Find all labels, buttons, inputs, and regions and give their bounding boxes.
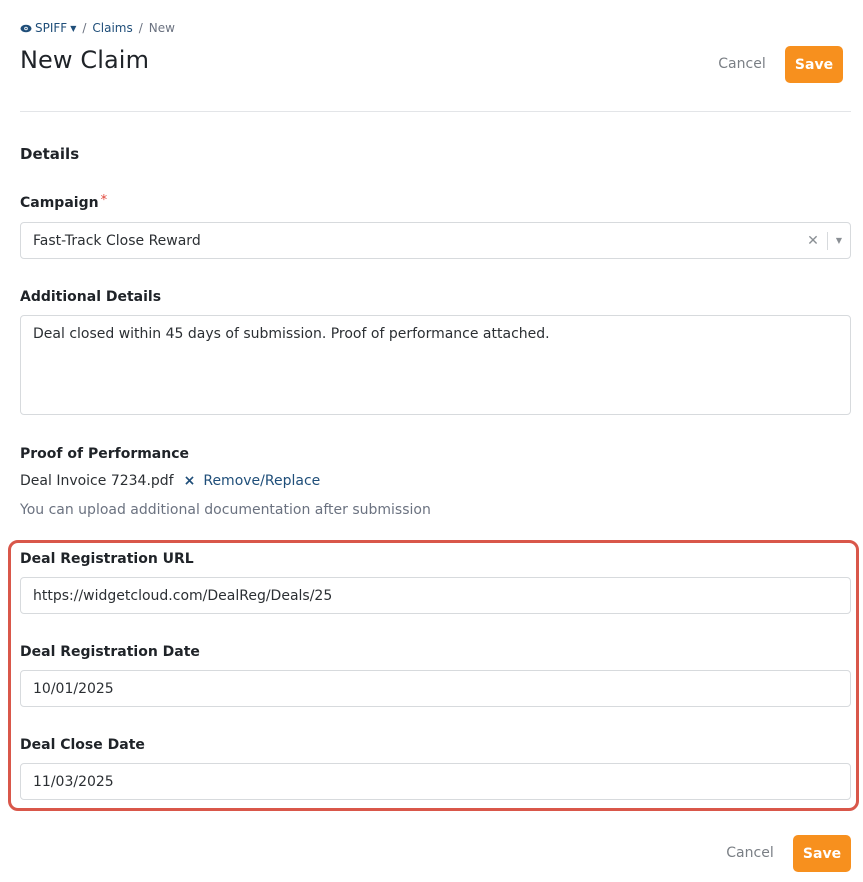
chevron-down-icon[interactable]: ▼ xyxy=(836,236,842,245)
breadcrumb-separator: / xyxy=(138,21,143,35)
additional-details-textarea[interactable]: Deal closed within 45 days of submission… xyxy=(20,315,851,415)
remove-replace-link[interactable]: Remove/Replace xyxy=(203,473,320,489)
uploaded-file-row: Deal Invoice 7234.pdf × Remove/Replace xyxy=(20,473,320,489)
campaign-label-text: Campaign xyxy=(20,195,99,211)
new-claim-page: SPIFF ▼ / Claims / New New Claim Cancel … xyxy=(0,0,863,882)
deal-close-date-label: Deal Close Date xyxy=(20,737,145,753)
breadcrumb-brand-label: SPIFF xyxy=(35,21,68,35)
deal-registration-date-input[interactable]: 10/01/2025 xyxy=(20,670,851,707)
select-separator xyxy=(826,231,828,250)
close-icon[interactable]: × xyxy=(184,473,196,489)
deal-close-date-input[interactable]: 11/03/2025 xyxy=(20,763,851,800)
required-marker: * xyxy=(100,193,108,208)
breadcrumb-separator: / xyxy=(82,21,87,35)
campaign-label: Campaign * xyxy=(20,193,108,211)
campaign-select-controls: ✕ ▼ xyxy=(807,223,842,258)
deal-registration-date-label: Deal Registration Date xyxy=(20,644,200,660)
campaign-select[interactable]: Fast-Track Close Reward ✕ ▼ xyxy=(20,222,851,259)
deal-registration-url-input[interactable]: https://widgetcloud.com/DealReg/Deals/25 xyxy=(20,577,851,614)
chevron-down-icon: ▼ xyxy=(70,23,77,33)
uploaded-file-name: Deal Invoice 7234.pdf xyxy=(20,473,174,489)
cancel-button[interactable]: Cancel xyxy=(706,50,778,78)
additional-details-label: Additional Details xyxy=(20,289,162,305)
upload-helper-text: You can upload additional documentation … xyxy=(20,502,431,518)
eye-icon xyxy=(20,24,32,32)
campaign-select-value: Fast-Track Close Reward xyxy=(33,232,201,249)
save-button[interactable]: Save xyxy=(785,46,843,83)
breadcrumb-current: New xyxy=(148,21,175,35)
cancel-button[interactable]: Cancel xyxy=(714,839,786,867)
deal-registration-url-label: Deal Registration URL xyxy=(20,551,194,567)
breadcrumb-brand-menu[interactable]: SPIFF ▼ xyxy=(20,21,76,35)
section-title-details: Details xyxy=(20,145,80,163)
breadcrumb: SPIFF ▼ / Claims / New xyxy=(20,20,175,36)
page-title: New Claim xyxy=(20,46,150,74)
proof-of-performance-label: Proof of Performance xyxy=(20,446,190,462)
header-divider xyxy=(20,111,851,112)
save-button[interactable]: Save xyxy=(793,835,851,872)
close-icon[interactable]: ✕ xyxy=(807,233,819,249)
breadcrumb-claims-link[interactable]: Claims xyxy=(92,21,132,35)
